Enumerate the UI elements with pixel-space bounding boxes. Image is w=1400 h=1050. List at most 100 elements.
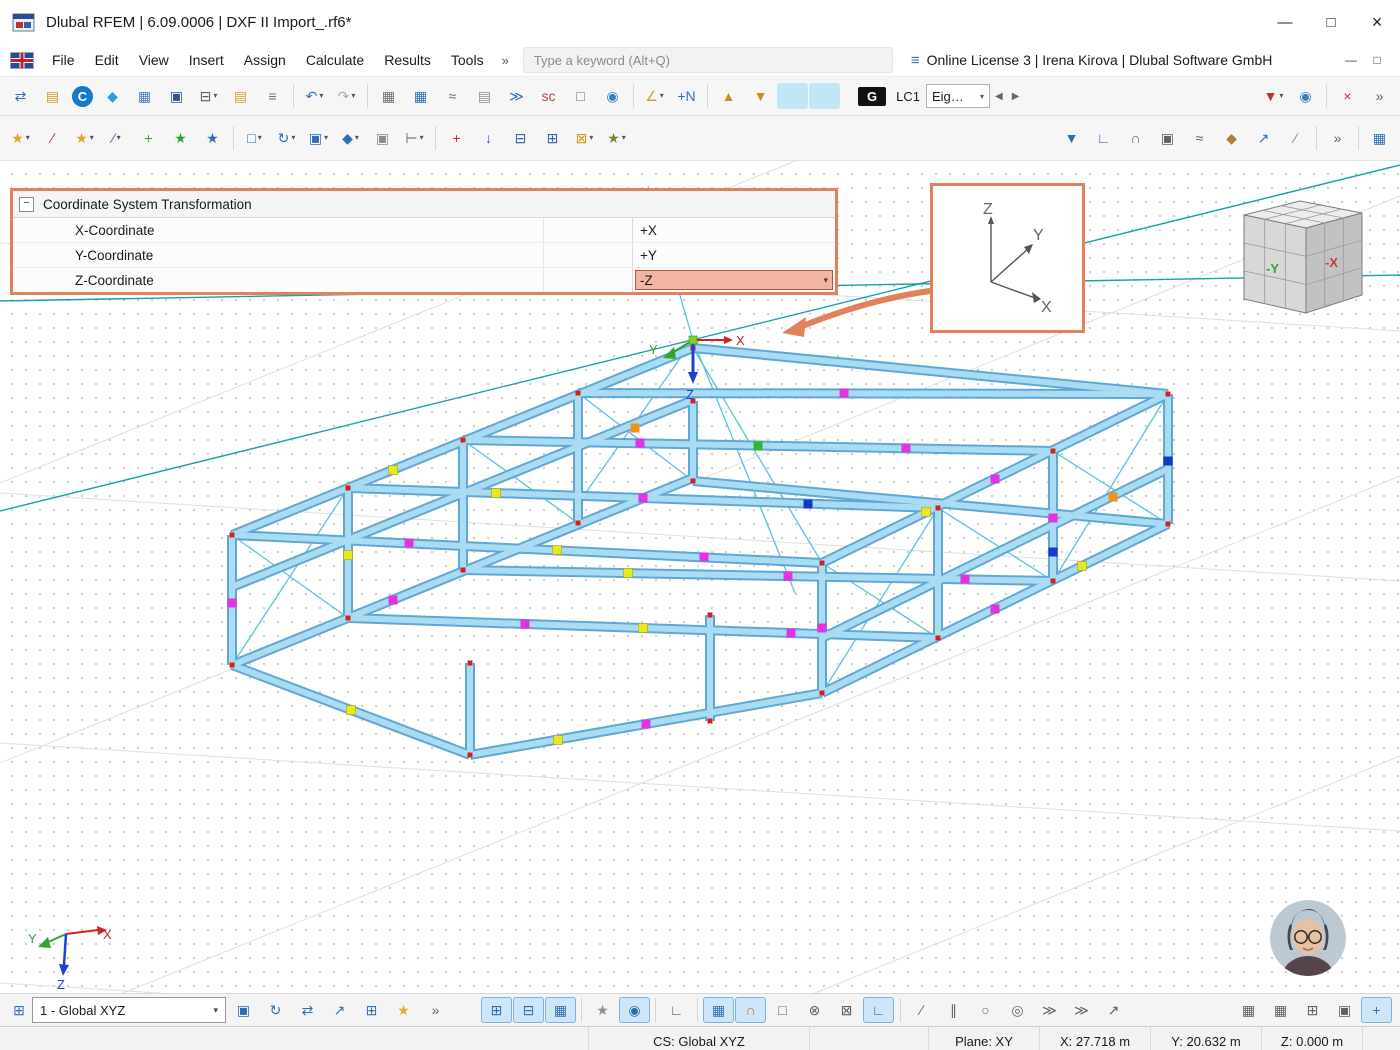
next-load-case-icon[interactable]: ▶: [1008, 91, 1024, 102]
globe-icon[interactable]: ◉: [597, 83, 628, 109]
rendering-icon[interactable]: ◆: [97, 83, 128, 109]
graphic-print-icon[interactable]: ▦: [129, 83, 160, 109]
coordinate-value-cell[interactable]: +X: [632, 218, 835, 242]
work-plane-icon[interactable]: ∠▾: [639, 83, 670, 109]
spreadsheet-icon[interactable]: ▦: [405, 83, 436, 109]
previous-load-case-icon[interactable]: ◀: [991, 91, 1007, 102]
more-tools1-icon[interactable]: »: [1364, 83, 1395, 109]
menu-results[interactable]: Results: [374, 47, 441, 73]
undo-icon[interactable]: ↶▾: [299, 83, 330, 109]
filter-view-icon[interactable]: ▼: [1056, 125, 1087, 151]
new-polyline-icon[interactable]: ∕▾: [101, 125, 132, 151]
new-line-icon[interactable]: ∕: [37, 125, 68, 151]
model-viewport[interactable]: X Y Z X Y Z: [0, 161, 1400, 993]
grid-settings-icon[interactable]: ⊟: [513, 997, 544, 1023]
scale-icon[interactable]: sc: [533, 83, 564, 109]
sheet-icon[interactable]: □: [565, 83, 596, 109]
copy-object-icon[interactable]: ▣: [367, 125, 398, 151]
table-icon[interactable]: ▦: [373, 83, 404, 109]
dlubal-online-icon[interactable]: C: [72, 86, 93, 107]
arrow-icon[interactable]: ↗: [1098, 997, 1129, 1023]
section-cut-icon[interactable]: ∩: [1120, 125, 1151, 151]
snap-grid-icon[interactable]: ▦: [703, 997, 734, 1023]
model-nodes[interactable]: [228, 346, 1173, 758]
load-case-combo[interactable]: Eig…▾: [926, 84, 990, 108]
pin-view-icon[interactable]: +: [1361, 997, 1392, 1023]
generated-load-icon[interactable]: ★▾: [601, 125, 632, 151]
import-icon[interactable]: ⇄: [5, 83, 36, 109]
stretch-objects-icon[interactable]: ↗: [324, 997, 355, 1023]
more-tools2-icon[interactable]: »: [1322, 125, 1353, 151]
navigation-cube[interactable]: -Y -X: [1222, 195, 1372, 335]
merge-objects-icon[interactable]: ⊞: [356, 997, 387, 1023]
object-star-icon[interactable]: ★: [587, 997, 618, 1023]
visibility-block-1-icon[interactable]: [777, 83, 808, 109]
new-block-icon[interactable]: ◆▾: [335, 125, 366, 151]
snap-intersection-icon[interactable]: ⊗: [799, 997, 830, 1023]
menu-view[interactable]: View: [129, 47, 179, 73]
ellipse-icon[interactable]: ◎: [1002, 997, 1033, 1023]
new-surface-icon[interactable]: □▾: [239, 125, 270, 151]
display-globe-icon[interactable]: ◉: [1290, 83, 1321, 109]
table-grid-1-icon[interactable]: ▦: [1233, 997, 1264, 1023]
close-button[interactable]: ×: [1354, 0, 1400, 44]
surface-load-icon[interactable]: ⊞: [537, 125, 568, 151]
rendering-mode-icon[interactable]: ◆: [1216, 125, 1247, 151]
save-icon[interactable]: ▣: [161, 83, 192, 109]
pencil-icon[interactable]: ∕: [906, 997, 937, 1023]
table-grid-2-icon[interactable]: ▦: [1265, 997, 1296, 1023]
ribbon-minimize-icon[interactable]: —: [1338, 48, 1364, 72]
camera-icon[interactable]: ▣: [1152, 125, 1183, 151]
grid-view-icon[interactable]: ⊞: [481, 997, 512, 1023]
maximize-button[interactable]: □: [1308, 0, 1354, 44]
offset-icon[interactable]: ≫: [1034, 997, 1065, 1023]
printout-report-icon[interactable]: ≡: [257, 83, 288, 109]
coordinate-system-combo[interactable]: 1 - Global XYZ ▾: [32, 997, 226, 1023]
menu-overflow-chevron[interactable]: »: [496, 53, 515, 68]
table-grid-3-icon[interactable]: ⊞: [1297, 997, 1328, 1023]
load-type-g-badge[interactable]: G: [858, 87, 886, 106]
ortho-mode-icon[interactable]: ∟: [661, 997, 692, 1023]
edit-object-icon[interactable]: ★▾: [5, 125, 36, 151]
rotate-objects-icon[interactable]: ↻: [260, 997, 291, 1023]
lower-level-icon[interactable]: ▼: [745, 83, 776, 109]
more-edit-icon[interactable]: »: [420, 997, 451, 1023]
filter-loads-icon[interactable]: ▼▾: [1258, 83, 1289, 109]
user-view-icon[interactable]: ↗: [1248, 125, 1279, 151]
free-load-icon[interactable]: ⊠▾: [569, 125, 600, 151]
mirror-objects-icon[interactable]: ⇄: [292, 997, 323, 1023]
menu-calculate[interactable]: Calculate: [296, 47, 374, 73]
nodal-load-icon[interactable]: ↓: [473, 125, 504, 151]
structural-model[interactable]: [228, 346, 1173, 758]
move-copy-icon[interactable]: ▣: [228, 997, 259, 1023]
menu-edit[interactable]: Edit: [85, 47, 129, 73]
new-star-blue-icon[interactable]: ★: [197, 125, 228, 151]
menu-file[interactable]: File: [42, 47, 85, 73]
guidelines-icon[interactable]: ▦: [545, 997, 576, 1023]
clipping-plane-icon[interactable]: ∟: [1088, 125, 1119, 151]
report-view-icon[interactable]: ▤: [469, 83, 500, 109]
new-node-icon[interactable]: ★▾: [69, 125, 100, 151]
snap-perpendicular-icon[interactable]: ∟: [863, 997, 894, 1023]
jump-icon[interactable]: ≫: [501, 83, 532, 109]
table-layout-icon[interactable]: ▦: [1364, 125, 1395, 151]
ribbon-layout-icon[interactable]: □: [1364, 48, 1390, 72]
layers-icon[interactable]: ▣: [1329, 997, 1360, 1023]
new-solid-icon[interactable]: ▣▾: [303, 125, 334, 151]
coordinate-value-cell[interactable]: +Y: [632, 243, 835, 267]
parallel-icon[interactable]: ∥: [938, 997, 969, 1023]
circle-icon[interactable]: ○: [970, 997, 1001, 1023]
redo-icon[interactable]: ↷▾: [331, 83, 362, 109]
menu-assign[interactable]: Assign: [234, 47, 296, 73]
member-load-icon[interactable]: ⊟: [505, 125, 536, 151]
star-tool-icon[interactable]: ★: [388, 997, 419, 1023]
search-input[interactable]: [523, 47, 893, 73]
chevron-icon[interactable]: ≫: [1066, 997, 1097, 1023]
plane-offset-icon[interactable]: +N: [671, 83, 702, 109]
wave-icon[interactable]: ≈: [1184, 125, 1215, 151]
rotate-3d-icon[interactable]: ↻▾: [271, 125, 302, 151]
snap-magnet-icon[interactable]: ∩: [735, 997, 766, 1023]
snap-crossing-icon[interactable]: ⊠: [831, 997, 862, 1023]
minimize-button[interactable]: —: [1262, 0, 1308, 44]
raise-level-icon[interactable]: ▲: [713, 83, 744, 109]
